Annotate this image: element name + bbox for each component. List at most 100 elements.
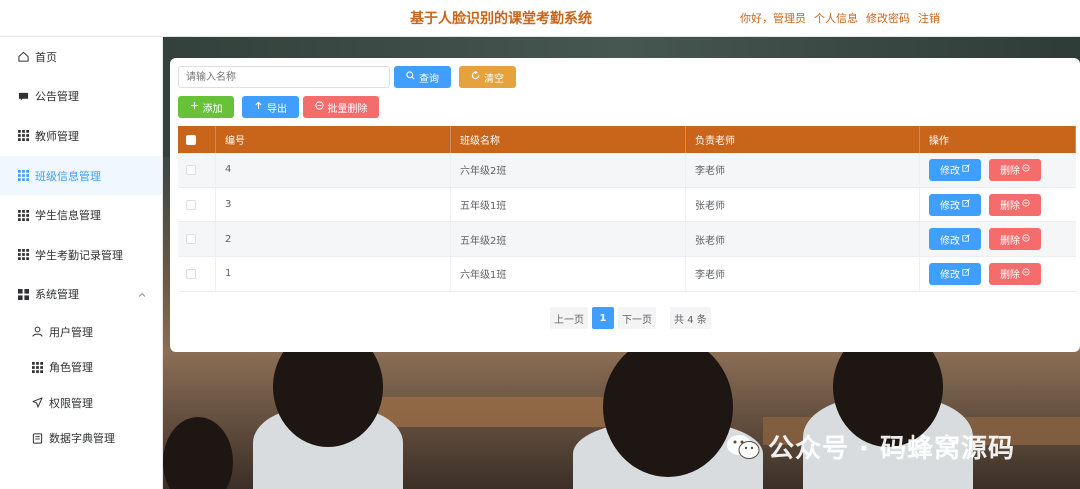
header-actions: 操作 — [920, 126, 1076, 153]
sidebar-item-label: 首页 — [35, 50, 57, 64]
table-row: 4 六年级2班 李老师 修改 删除 — [178, 153, 1076, 188]
header-teacher: 负责老师 — [686, 126, 920, 153]
sidebar-subitem-permission[interactable]: 权限管理 — [0, 385, 162, 421]
grid-icon — [18, 209, 29, 221]
row-checkbox[interactable] — [186, 164, 196, 175]
table-row: 1 六年级1班 李老师 修改 删除 — [178, 257, 1076, 292]
prev-page-button[interactable]: 上一页 — [550, 307, 588, 329]
header-id: 编号 — [216, 126, 451, 153]
sidebar-item-label: 公告管理 — [35, 90, 79, 104]
sidebar-item-attendance[interactable]: 学生考勤记录管理 — [0, 235, 162, 275]
cell-class-name: 五年级2班 — [451, 222, 686, 257]
logout-link[interactable]: 注销 — [918, 10, 940, 26]
edit-icon — [962, 268, 970, 279]
edit-button[interactable]: 修改 — [929, 228, 981, 251]
cell-id: 4 — [216, 153, 451, 187]
class-table: 编号 班级名称 负责老师 操作 4 六年级2班 李老师 修改 删除 3 五年级1… — [178, 126, 1076, 292]
reset-button[interactable]: 清空 — [459, 66, 516, 88]
delete-button[interactable]: 删除 — [989, 193, 1041, 216]
delete-button[interactable]: 删除 — [989, 262, 1041, 285]
select-all-cell — [178, 126, 216, 153]
cell-teacher: 张老师 — [686, 187, 920, 222]
edit-label: 修改 — [940, 201, 960, 213]
profile-link[interactable]: 个人信息 — [814, 10, 858, 26]
sidebar-subitem-user[interactable]: 用户管理 — [0, 314, 162, 350]
student-head — [163, 417, 233, 489]
search-input[interactable] — [178, 66, 390, 88]
cell-class-name: 六年级1班 — [451, 257, 686, 291]
grid-icon — [18, 249, 29, 261]
export-button[interactable]: 导出 — [242, 96, 299, 118]
student-head — [603, 337, 733, 477]
remove-circle-icon — [1022, 199, 1030, 210]
batch-delete-label: 批量删除 — [327, 103, 368, 115]
wechat-icon — [726, 434, 760, 460]
edit-label: 修改 — [940, 166, 960, 178]
sidebar-subitem-label: 角色管理 — [49, 361, 93, 375]
user-icon — [32, 326, 43, 338]
user-links: 你好，管理员 个人信息 修改密码 注销 — [740, 10, 940, 26]
menu-icon — [18, 288, 29, 300]
delete-button[interactable]: 删除 — [989, 158, 1041, 181]
sidebar-item-label: 班级信息管理 — [35, 169, 101, 183]
remove-circle-icon — [314, 101, 324, 113]
content-card: 查询 清空 添加 导出 批量删除 编号 班级名称 负责老师 操作 — [170, 58, 1080, 352]
sidebar-item-label: 学生考勤记录管理 — [35, 248, 123, 262]
sidebar-subitem-role[interactable]: 角色管理 — [0, 350, 162, 386]
cell-id: 2 — [216, 222, 451, 257]
cell-class-name: 六年级2班 — [451, 153, 686, 187]
home-icon — [18, 51, 29, 62]
query-label: 查询 — [419, 73, 439, 85]
cell-id: 1 — [216, 257, 451, 291]
edit-label: 修改 — [940, 235, 960, 247]
add-label: 添加 — [202, 103, 223, 115]
table-header: 编号 班级名称 负责老师 操作 — [178, 126, 1076, 153]
sidebar-item-system[interactable]: 系统管理 — [0, 275, 162, 315]
refresh-icon — [471, 70, 480, 83]
sidebar-subitem-dictionary[interactable]: 数据字典管理 — [0, 421, 162, 457]
sidebar-item-label: 学生信息管理 — [35, 209, 101, 223]
sidebar-item-class[interactable]: 班级信息管理 — [0, 155, 162, 196]
plus-icon — [190, 101, 199, 113]
sidebar-subitem-label: 权限管理 — [49, 396, 93, 410]
arrow-up-icon — [254, 101, 263, 113]
send-icon — [32, 397, 43, 408]
sidebar-subitem-label: 数据字典管理 — [49, 432, 115, 446]
total-count: 共 4 条 — [670, 307, 711, 329]
sidebar-item-teacher[interactable]: 教师管理 — [0, 116, 162, 156]
sidebar-item-label: 教师管理 — [35, 129, 79, 143]
watermark: 公众号 · 码蜂窝源码 — [726, 428, 1015, 465]
sidebar-item-home[interactable]: 首页 — [0, 37, 162, 77]
sidebar-item-student[interactable]: 学生信息管理 — [0, 195, 162, 235]
next-page-button[interactable]: 下一页 — [618, 307, 656, 329]
query-button[interactable]: 查询 — [394, 66, 451, 88]
select-all-checkbox[interactable] — [186, 134, 196, 145]
add-button[interactable]: 添加 — [178, 96, 234, 118]
row-checkbox[interactable] — [186, 268, 196, 279]
sidebar-item-notice[interactable]: 公告管理 — [0, 77, 162, 117]
row-checkbox[interactable] — [186, 234, 196, 245]
cell-teacher: 李老师 — [686, 257, 920, 291]
batch-delete-button[interactable]: 批量删除 — [303, 96, 379, 118]
remove-circle-icon — [1022, 234, 1030, 245]
delete-label: 删除 — [1000, 235, 1020, 247]
change-password-link[interactable]: 修改密码 — [866, 10, 910, 26]
edit-button[interactable]: 修改 — [929, 262, 981, 285]
row-checkbox[interactable] — [186, 199, 196, 210]
document-icon — [32, 433, 43, 444]
edit-button[interactable]: 修改 — [929, 158, 981, 181]
edit-button[interactable]: 修改 — [929, 193, 981, 216]
search-icon — [406, 71, 415, 83]
edit-icon — [962, 164, 970, 175]
delete-button[interactable]: 删除 — [989, 228, 1041, 251]
remove-circle-icon — [1022, 268, 1030, 279]
cell-class-name: 五年级1班 — [451, 187, 686, 222]
cell-teacher: 张老师 — [686, 222, 920, 257]
watermark-text: 公众号 · 码蜂窝源码 — [768, 434, 1015, 464]
greeting-text: 你好，管理员 — [740, 12, 806, 25]
sidebar-item-label: 系统管理 — [35, 288, 79, 302]
page-number-button[interactable]: 1 — [592, 307, 614, 329]
cell-teacher: 李老师 — [686, 153, 920, 187]
chevron-up-icon — [138, 289, 146, 302]
edit-label: 修改 — [940, 270, 960, 282]
